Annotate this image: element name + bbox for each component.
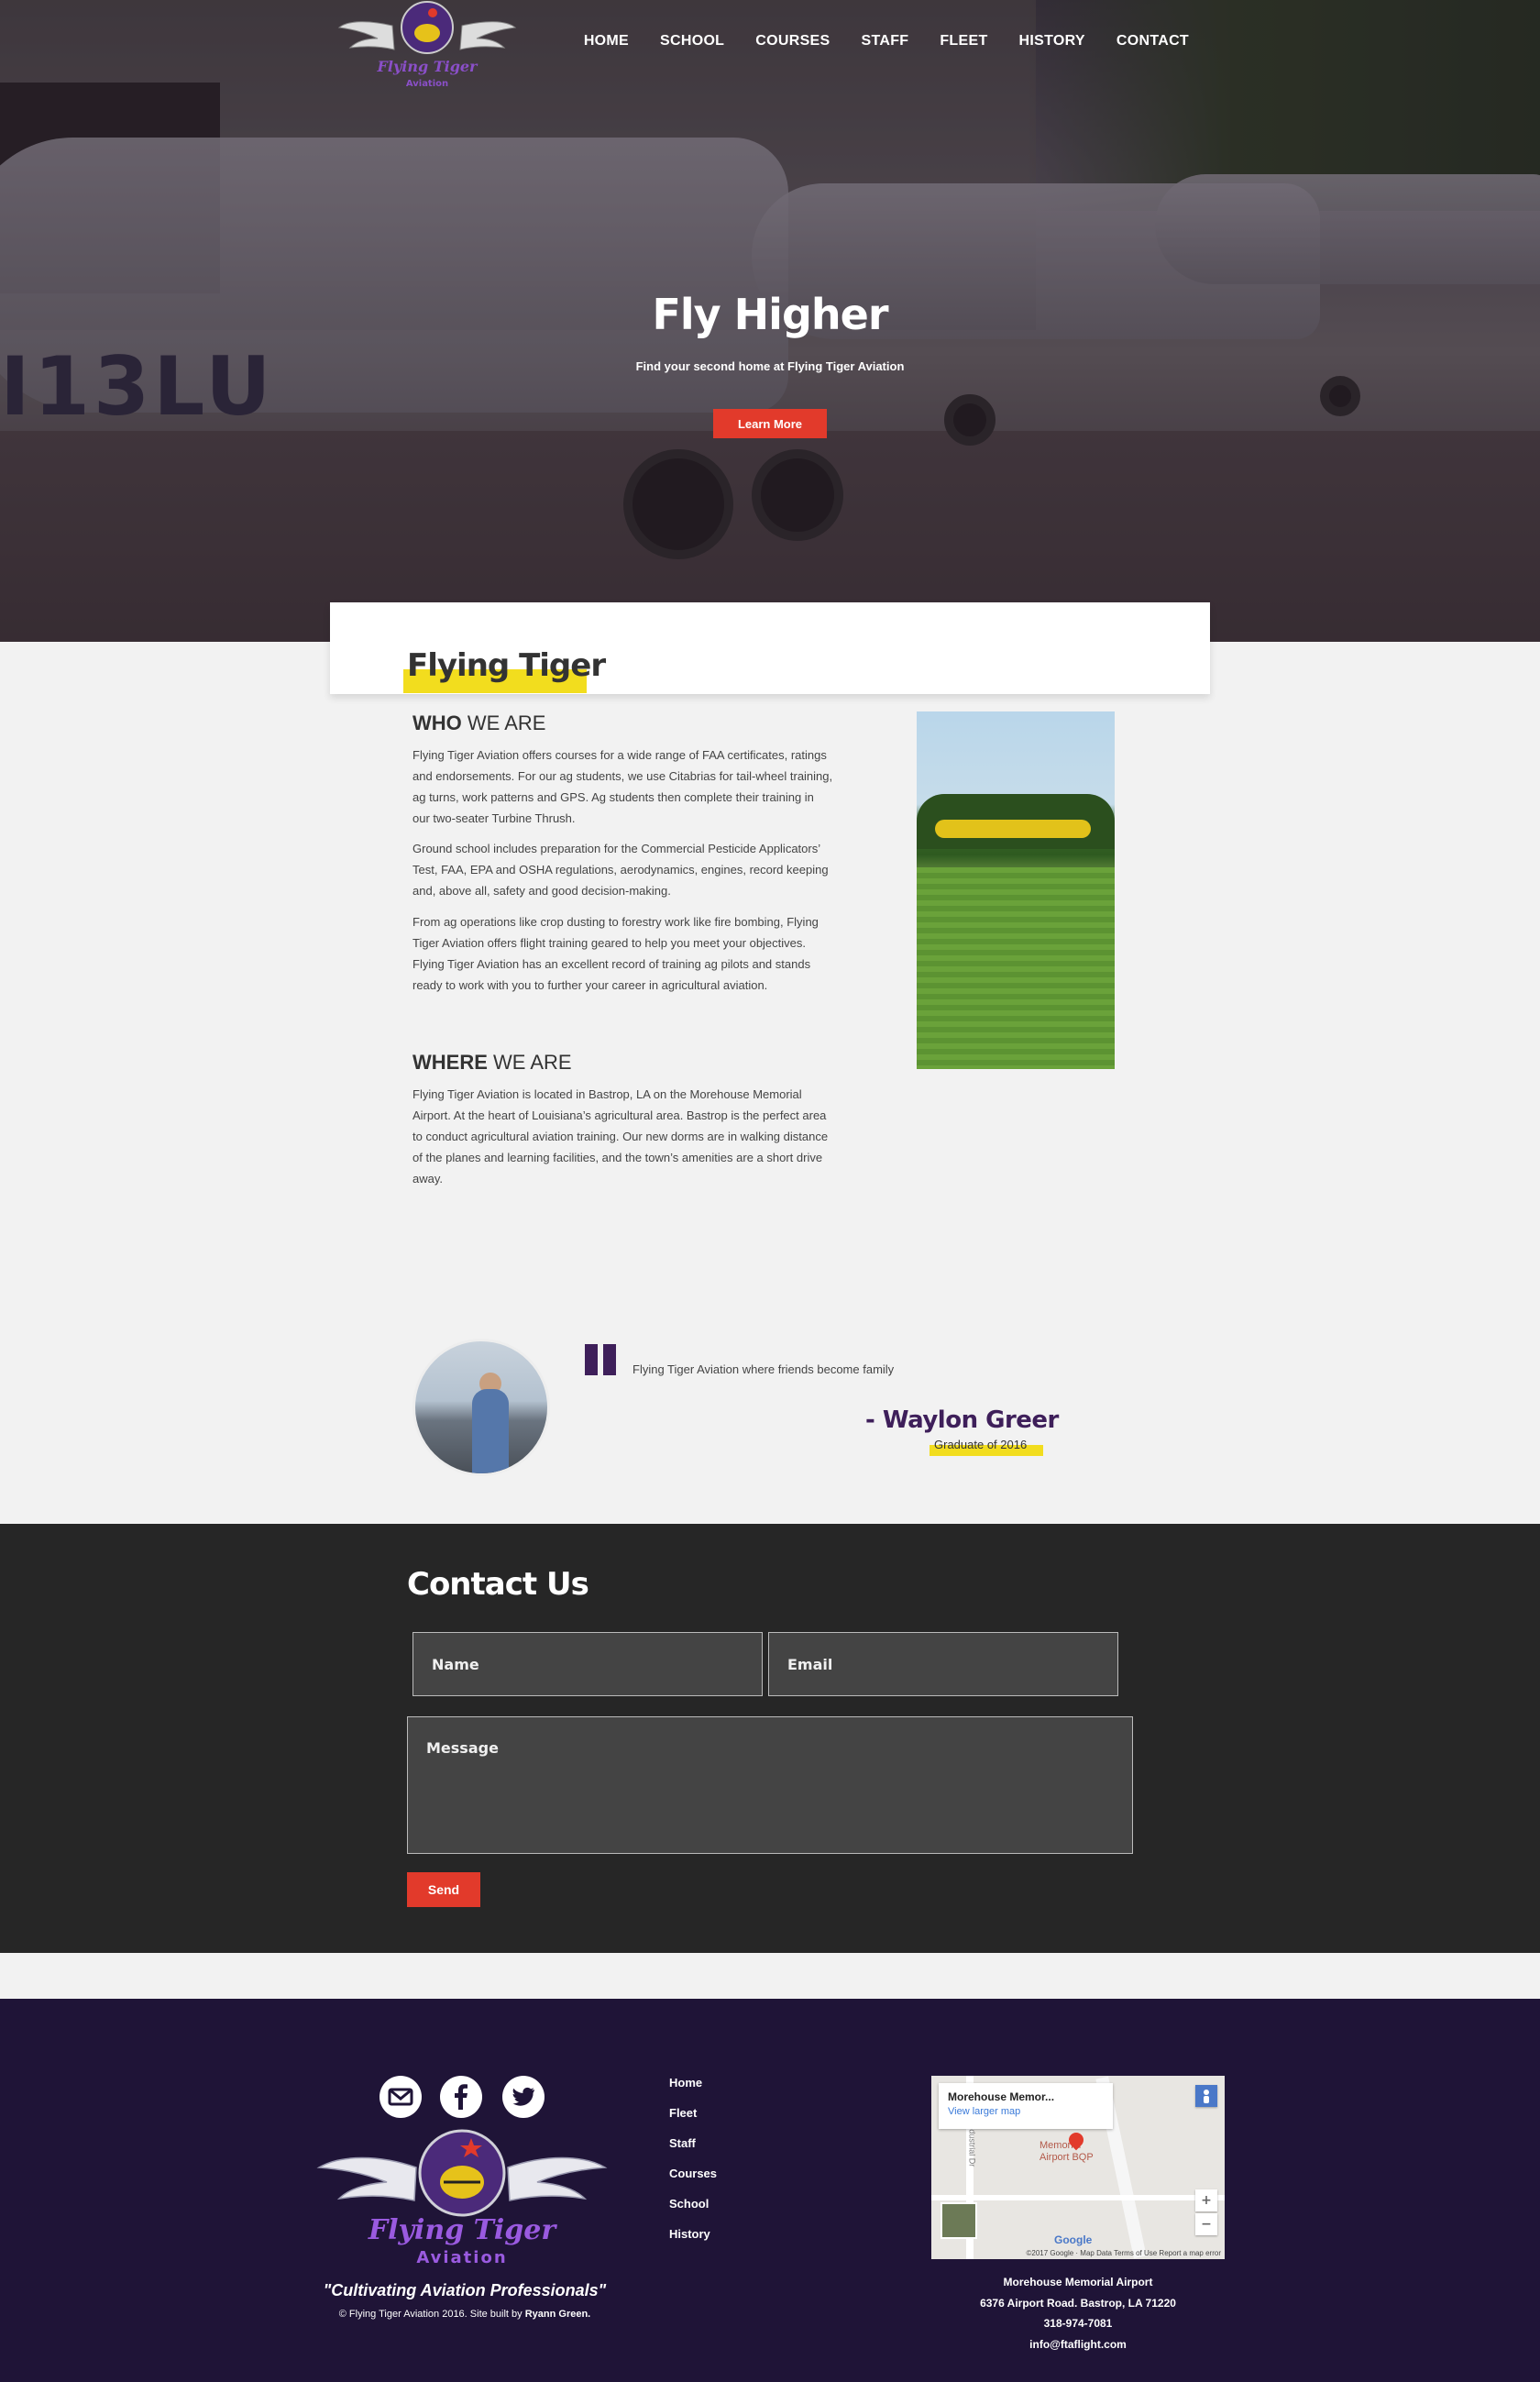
quote-icon xyxy=(585,1344,620,1375)
who-we-are-heading: WHO WE ARE xyxy=(412,711,545,735)
map-airport-label: Memorial Airport BQP xyxy=(1040,2140,1094,2163)
address-phone: 318-974-7081 xyxy=(1043,2317,1113,2330)
facebook-icon[interactable] xyxy=(440,2076,482,2118)
footer-links: Home Fleet Staff Courses School History xyxy=(669,2076,717,2257)
footer-copyright: © Flying Tiger Aviation 2016. Site built… xyxy=(312,2309,618,2320)
address-name: Morehouse Memorial Airport xyxy=(1003,2276,1153,2288)
nav-courses[interactable]: COURSES xyxy=(740,33,845,50)
nav-fleet[interactable]: FLEET xyxy=(924,33,1003,50)
crop-duster-photo xyxy=(917,711,1115,1069)
email-icon[interactable] xyxy=(380,2076,422,2118)
email-field[interactable] xyxy=(768,1632,1118,1696)
svg-text:Flying Tiger: Flying Tiger xyxy=(377,58,479,75)
nav-school[interactable]: SCHOOL xyxy=(644,33,740,50)
photo-plane xyxy=(935,820,1091,838)
avatar-body xyxy=(472,1389,509,1473)
who-paragraph-1: Flying Tiger Aviation offers courses for… xyxy=(412,748,833,825)
who-bold: WHO xyxy=(412,711,462,734)
who-paragraph-3: From ag operations like crop dusting to … xyxy=(412,915,819,992)
hero-section: I13LU Flying Tiger Aviation HOME SCHOOL … xyxy=(0,0,1540,642)
testimonial-avatar xyxy=(412,1339,550,1476)
footer-link-staff[interactable]: Staff xyxy=(669,2136,717,2167)
footer-link-history[interactable]: History xyxy=(669,2227,717,2257)
copyright-text: © Flying Tiger Aviation 2016. Site built… xyxy=(338,2309,525,2320)
testimonial-quote: Flying Tiger Aviation where friends beco… xyxy=(632,1362,895,1376)
map-info-card: Morehouse Memor... View larger map xyxy=(939,2083,1113,2129)
twitter-icon[interactable] xyxy=(502,2076,544,2118)
about-title: Flying Tiger xyxy=(403,647,606,693)
google-logo: Google xyxy=(1054,2233,1093,2246)
testimonial-role: Graduate of 2016 xyxy=(930,1438,1043,1456)
site-logo[interactable]: Flying Tiger Aviation xyxy=(337,0,517,95)
contact-section: Contact Us Send xyxy=(0,1524,1540,1953)
main-nav: HOME SCHOOL COURSES STAFF FLEET HISTORY … xyxy=(568,33,1204,50)
who-rest: WE ARE xyxy=(461,711,546,734)
contact-title: Contact Us xyxy=(407,1566,589,1603)
name-field[interactable] xyxy=(412,1632,763,1696)
photo-grass xyxy=(917,867,1115,1069)
learn-more-button[interactable]: Learn More xyxy=(713,409,827,438)
who-paragraph-2: Ground school includes preparation for t… xyxy=(412,842,829,898)
nav-contact[interactable]: CONTACT xyxy=(1101,33,1204,50)
builder-link[interactable]: Ryann Green. xyxy=(525,2309,591,2320)
footer-link-home[interactable]: Home xyxy=(669,2076,717,2106)
nav-history[interactable]: HISTORY xyxy=(1004,33,1101,50)
footer-link-school[interactable]: School xyxy=(669,2197,717,2227)
footer-tagline: "Cultivating Aviation Professionals" xyxy=(323,2281,607,2299)
hero-subtitle: Find your second home at Flying Tiger Av… xyxy=(635,359,905,373)
footer-link-courses[interactable]: Courses xyxy=(669,2167,717,2197)
map-road-horizontal xyxy=(931,2195,1225,2200)
map-attribution: ©2017 Google · Map Data Terms of Use Rep… xyxy=(1026,2249,1221,2257)
testimonial-author: - Waylon Greer xyxy=(865,1406,1059,1434)
view-larger-map-link[interactable]: View larger map xyxy=(948,2106,1104,2117)
zoom-in-button[interactable]: + xyxy=(1195,2189,1217,2211)
where-paragraph: Flying Tiger Aviation is located in Bast… xyxy=(412,1087,829,1185)
where-we-are-heading: WHERE WE ARE xyxy=(412,1051,572,1075)
zoom-out-button[interactable]: − xyxy=(1195,2213,1217,2235)
map-place-title: Morehouse Memor... xyxy=(948,2090,1055,2103)
address-street: 6376 Airport Road. Bastrop, LA 71220 xyxy=(980,2296,1176,2310)
footer-address: Morehouse Memorial Airport 6376 Airport … xyxy=(898,2272,1258,2354)
footer-logo: Flying Tiger Aviation xyxy=(316,2129,608,2267)
about-title-text: Flying Tiger xyxy=(407,647,606,684)
satellite-toggle[interactable] xyxy=(940,2202,977,2239)
where-rest: WE ARE xyxy=(487,1051,572,1074)
footer-logo-text-1: Flying Tiger xyxy=(368,2214,558,2246)
address-email[interactable]: info@ftaflight.com xyxy=(898,2334,1258,2355)
nav-home[interactable]: HOME xyxy=(568,33,644,50)
send-button[interactable]: Send xyxy=(407,1872,480,1907)
hero-title: Fly Higher xyxy=(652,290,888,339)
map-road-label: Industrial Dr xyxy=(967,2122,977,2167)
where-bold: WHERE xyxy=(412,1051,488,1074)
nav-staff[interactable]: STAFF xyxy=(846,33,925,50)
svg-text:Aviation: Aviation xyxy=(406,79,448,89)
footer: Flying Tiger Aviation "Cultivating Aviat… xyxy=(0,1999,1540,2382)
location-map[interactable]: Industrial Dr Memorial Airport BQP Moreho… xyxy=(931,2076,1225,2259)
street-view-icon[interactable] xyxy=(1195,2085,1217,2107)
testimonial-role-text: Graduate of 2016 xyxy=(934,1438,1028,1451)
footer-link-fleet[interactable]: Fleet xyxy=(669,2106,717,2136)
footer-logo-text-2: Aviation xyxy=(416,2248,507,2267)
message-field[interactable] xyxy=(407,1716,1133,1854)
